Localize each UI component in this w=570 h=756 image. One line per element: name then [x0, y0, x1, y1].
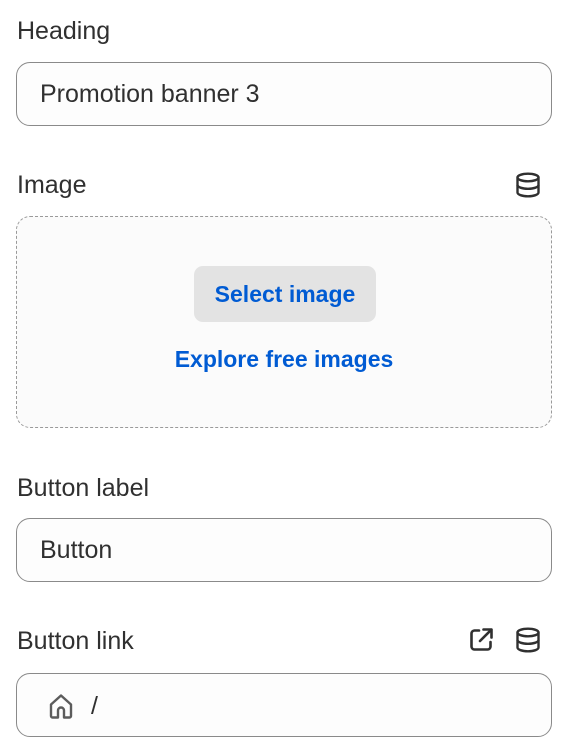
button-label-label: Button label [17, 474, 150, 502]
database-icon[interactable] [514, 626, 542, 654]
heading-input[interactable] [16, 62, 552, 126]
database-icon[interactable] [514, 171, 542, 199]
explore-free-images-link[interactable]: Explore free images [17, 345, 551, 373]
button-link-label: Button link [17, 627, 134, 655]
image-label: Image [17, 171, 87, 199]
image-picker-dropzone[interactable]: Select image Explore free images [16, 216, 552, 428]
button-link-input[interactable] [16, 673, 552, 738]
select-image-button[interactable]: Select image [194, 266, 376, 322]
button-link-value[interactable] [91, 674, 531, 738]
button-label-input[interactable] [16, 518, 552, 582]
heading-label: Heading [17, 17, 111, 45]
external-link-icon[interactable] [467, 626, 495, 654]
home-icon [49, 694, 73, 719]
